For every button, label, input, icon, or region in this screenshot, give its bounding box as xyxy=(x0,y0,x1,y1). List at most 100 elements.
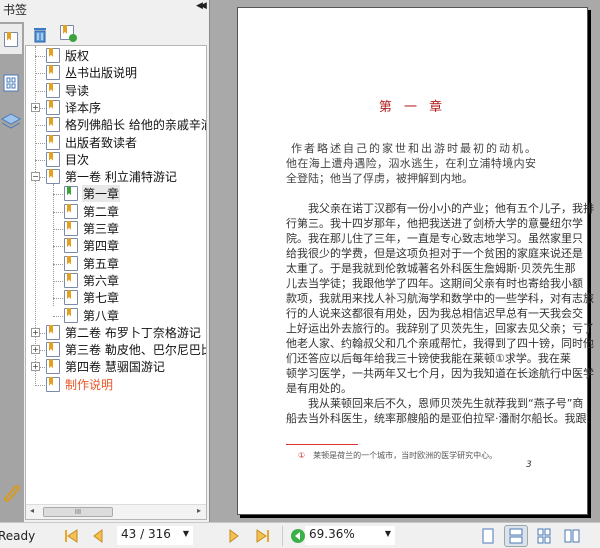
bookmark-icon xyxy=(64,272,78,288)
bookmark-icon xyxy=(46,99,60,115)
page-number-field[interactable]: 43 / 316 ▼ xyxy=(117,526,193,545)
zoom-field[interactable]: 69.36% ▼ xyxy=(305,526,395,545)
summary-line: 他在海上遭舟遇险，泅水逃生，在利立浦特境内安 xyxy=(286,157,536,170)
expand-toggle[interactable]: + xyxy=(31,362,40,372)
bookmark-item[interactable]: 第八章 xyxy=(64,307,120,324)
body-line: 顿学习医学，一共两年又七个月，因为我知道在长途航行中医学 xyxy=(286,367,594,380)
bookmark-item[interactable]: 第三卷 勒皮他、巴尔尼巴比 xyxy=(46,341,207,358)
body-line: 船去当外科医生，统率那艘船的是亚伯拉罕·潘耐尔船长。我跟 xyxy=(286,412,587,425)
bookmark-item[interactable]: 第一章 xyxy=(64,185,121,203)
bookmark-icon xyxy=(46,134,60,150)
facing-view-icon[interactable] xyxy=(560,525,584,547)
bookmark-item[interactable]: 出版者致读者 xyxy=(46,134,138,151)
footnote-rule xyxy=(286,444,358,445)
bookmark-item[interactable]: 第七章 xyxy=(64,289,120,306)
bookmark-icon xyxy=(46,324,60,340)
bookmark-tree: 版权丛书出版说明 导读 + 译本序 格列佛船长 给他的亲戚辛浦出版者致读者 目次 − 第一卷 … xyxy=(25,45,207,520)
previous-page-icon[interactable] xyxy=(90,528,106,544)
status-text: Ready xyxy=(0,529,36,543)
status-bar: Ready 43 / 316 ▼ 69.36% ▼ xyxy=(0,522,600,548)
last-page-icon[interactable] xyxy=(255,528,271,544)
bookmark-label: 第二章 xyxy=(83,204,120,219)
bookmark-label: 目次 xyxy=(65,152,90,167)
bookmark-label: 导读 xyxy=(65,83,90,98)
bookmark-icon xyxy=(64,307,78,323)
zoom-dropdown-icon[interactable]: ▼ xyxy=(385,529,391,538)
bookmark-item[interactable]: 格列佛船长 给他的亲戚辛浦 xyxy=(46,116,206,133)
bookmark-label: 第三卷 勒皮他、巴尔尼巴比 xyxy=(65,343,207,358)
collapse-panel-icon[interactable]: ◀◀ xyxy=(196,1,207,11)
body-line: 太重了。于是我就到伦敦城著名外科医生詹姆斯·贝茨先生那 xyxy=(286,262,576,275)
page-number: 3 xyxy=(526,460,532,470)
horizontal-scrollbar[interactable]: ◂ III ▸ xyxy=(26,504,206,519)
bookmark-item[interactable]: 丛书出版说明 xyxy=(46,64,138,81)
bookmark-label: 第八章 xyxy=(83,308,120,323)
bookmark-item[interactable]: 目次 xyxy=(46,151,90,168)
footnote-mark: ① xyxy=(298,451,306,460)
body-line: 给我很少的学费，但是这项负担对于一个贫困的家庭来说还是 xyxy=(286,247,583,260)
first-page-icon[interactable] xyxy=(63,528,79,544)
bookmark-icon xyxy=(64,290,78,306)
bookmark-label: 出版者致读者 xyxy=(65,135,138,150)
bookmark-icon xyxy=(46,169,60,185)
body-line: 款项，我就用来找人补习航海学和数学中的一些学科，对有志旅 xyxy=(286,292,594,305)
body-line: 我从莱顿回来后不久，恩师贝茨先生就荐我到“燕子号”商 xyxy=(308,397,584,410)
bookmark-icon xyxy=(46,376,60,392)
bookmark-item[interactable]: 导读 xyxy=(46,82,90,99)
bookmark-icon xyxy=(46,359,60,375)
bookmark-label: 丛书出版说明 xyxy=(65,66,138,81)
bookmark-icon xyxy=(64,203,78,219)
bookmark-item[interactable]: 第二章 xyxy=(64,203,120,220)
bookmark-item[interactable]: 第六章 xyxy=(64,272,120,289)
scroll-thumb[interactable]: III xyxy=(43,507,113,517)
bookmark-label: 第四章 xyxy=(83,239,120,254)
expand-toggle[interactable]: + xyxy=(31,102,40,112)
facing-continuous-view-icon[interactable] xyxy=(532,525,556,547)
bookmark-item[interactable]: 第四章 xyxy=(64,237,120,254)
bookmark-icon xyxy=(46,48,60,63)
bookmark-icon xyxy=(46,117,60,133)
bookmark-item[interactable]: 第三章 xyxy=(64,220,120,237)
bookmark-label: 第七章 xyxy=(83,291,120,306)
expand-toggle[interactable]: + xyxy=(31,345,40,355)
bookmark-item[interactable]: 译本序 xyxy=(46,99,102,116)
expand-toggle[interactable]: − xyxy=(31,172,40,182)
bookmark-item[interactable]: 第四卷 慧骃国游记 xyxy=(46,358,166,375)
body-line: 院。我在那儿住了三年，一直是专心致志地学习。虽然家里只 xyxy=(286,232,583,245)
continuous-view-icon[interactable] xyxy=(504,525,528,547)
next-page-icon[interactable] xyxy=(226,528,242,544)
page-dropdown-icon[interactable]: ▼ xyxy=(183,529,189,538)
page-number-value: 43 / 316 xyxy=(121,527,171,541)
back-icon[interactable] xyxy=(290,528,306,544)
body-line: 们还答应以后每年给我三十镑使我能在莱顿①求学。我在莱 xyxy=(286,352,571,365)
body-line: 我父亲在诺丁汉郡有一份小小的产业；他有五个儿子，我排 xyxy=(308,202,594,215)
body-line: 行的人说来这都很有用处，因为我总相信迟早总有一天我会交 xyxy=(286,307,583,320)
body-line: 上好运出外去旅行的。我辞别了贝茨先生，回家去见父亲；亏了 xyxy=(286,322,594,335)
layers-tab-icon[interactable] xyxy=(0,108,22,134)
new-bookmark-icon[interactable] xyxy=(60,25,80,43)
bookmark-item[interactable]: 第五章 xyxy=(64,255,120,272)
delete-bookmark-icon[interactable] xyxy=(31,25,51,43)
bookmark-icon xyxy=(64,221,78,236)
bookmark-icon xyxy=(46,342,60,358)
bookmark-item[interactable]: 第二卷 布罗卜丁奈格游记 xyxy=(46,324,202,341)
summary-line: 全登陆；他当了俘虏，被押解到内地。 xyxy=(286,172,473,185)
bookmark-label: 第五章 xyxy=(83,256,120,271)
bookmark-icon xyxy=(46,82,60,98)
bookmark-label: 第六章 xyxy=(83,273,120,288)
thumbnails-tab-icon[interactable] xyxy=(0,70,22,96)
bookmark-label: 第四卷 慧骃国游记 xyxy=(65,360,165,375)
single-page-view-icon[interactable] xyxy=(476,525,500,547)
bookmark-item[interactable]: 第一卷 利立浦特游记 xyxy=(46,168,178,185)
bookmark-item[interactable]: 版权 xyxy=(46,47,90,64)
body-line: 他老人家、约翰叔父和几个亲戚帮忙，我得到了四十镑，同时他 xyxy=(286,337,594,350)
document-page: 第 一 章 作者略述自己的家世和出游时最初的动机。 他在海上遭舟遇险，泅水逃生，… xyxy=(237,7,594,515)
bookmarks-tab-icon[interactable] xyxy=(0,24,22,54)
bookmarks-panel: 书签 ◀◀ 版权丛书出版说明 导读 + 译本序 格列佛船长 给他的亲戚辛浦出版者致读者目… xyxy=(0,0,210,522)
panel-title: 书签 xyxy=(3,3,28,17)
bookmark-item[interactable]: 制作说明 xyxy=(46,376,114,393)
bookmark-icon xyxy=(64,186,78,202)
expand-toggle[interactable]: + xyxy=(31,327,40,337)
attachments-tab-icon[interactable] xyxy=(0,480,22,506)
body-line: 行第三。我十四岁那年，他把我送进了剑桥大学的意曼纽尔学 xyxy=(286,217,583,230)
